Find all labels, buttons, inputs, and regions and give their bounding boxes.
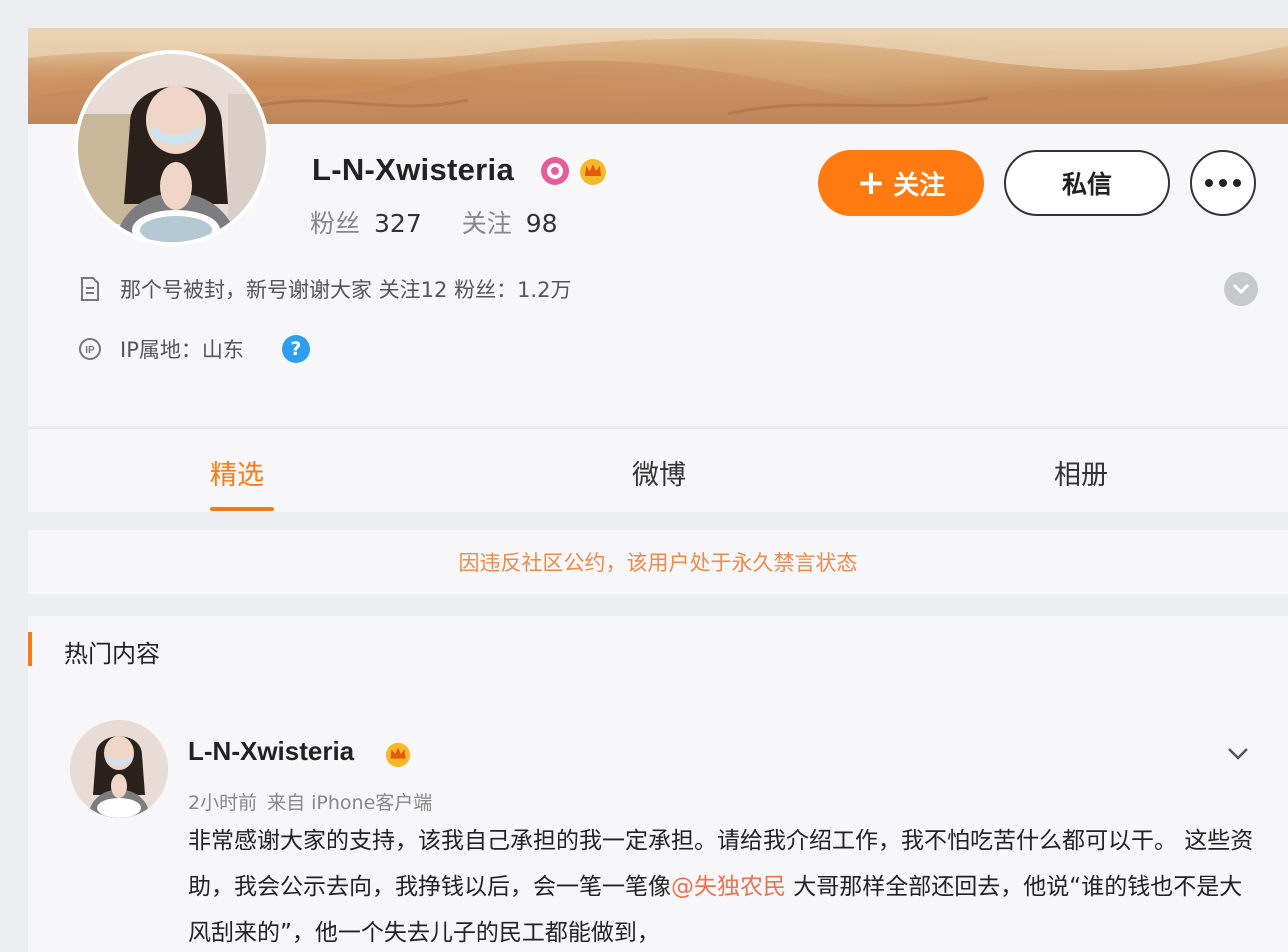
post-mention-link[interactable]: @失独农民 [671,874,786,900]
post-text: 非常感谢大家的支持，该我自己承担的我一定承担。请给我介绍工作，我不怕吃苦什么都可… [188,818,1264,952]
hot-content-section: 热门内容 L-N-Xwisteria 2小时前 来自 iPhone客户端 非常感… [28,616,1288,952]
section-title: 热门内容 [64,640,160,668]
post-avatar[interactable] [70,720,168,818]
svip-badge-icon[interactable] [540,156,570,186]
crown-badge-icon[interactable] [384,740,412,768]
ban-notice: 因违反社区公约，该用户处于永久禁言状态 [28,530,1288,594]
message-button[interactable]: 私信 [1004,150,1170,216]
svg-text:IP: IP [85,345,95,356]
following-count: 98 [525,209,558,238]
help-icon[interactable]: ? [281,335,310,363]
post-menu-chevron-icon[interactable] [1224,740,1252,768]
ban-notice-text: 因违反社区公约，该用户处于永久禁言状态 [458,551,858,575]
post-time[interactable]: 2小时前 [188,788,257,815]
crown-badge-icon[interactable] [578,156,608,186]
profile-page: L-N-Xwisteria 粉丝 327 关注 98 + 关注 私信 那个号被封… [28,28,1288,952]
avatar[interactable] [74,50,270,246]
profile-card: L-N-Xwisteria 粉丝 327 关注 98 + 关注 私信 那个号被封… [28,50,1288,426]
ip-location-row: IP IP属地：山东 ? [78,334,310,364]
plus-icon: + [856,163,886,203]
following-label: 关注 [461,209,512,238]
profile-description: 那个号被封，新号谢谢大家 关注12 粉丝：1.2万 [120,278,572,302]
fans-count: 327 [374,209,422,238]
follow-button-label: 关注 [893,170,946,201]
profile-description-row: 那个号被封，新号谢谢大家 关注12 粉丝：1.2万 [78,274,571,304]
ip-location-icon: IP [79,338,101,360]
tab-weibo[interactable]: 微博 [632,453,686,492]
tab-album[interactable]: 相册 [1054,453,1108,492]
fans-label: 粉丝 [310,209,361,238]
more-dots-icon[interactable] [1190,150,1256,216]
profile-stats: 粉丝 327 关注 98 [310,204,558,240]
follow-button[interactable]: + 关注 [818,150,984,216]
document-icon [81,277,99,301]
section-accent-bar [28,632,32,666]
fans-stat[interactable]: 粉丝 327 [310,204,422,240]
ip-location: IP属地：山东 [120,338,244,362]
tab-featured[interactable]: 精选 [210,453,264,492]
profile-username: L-N-Xwisteria [312,152,514,187]
post-username[interactable]: L-N-Xwisteria [188,736,354,767]
post-meta: 2小时前 来自 iPhone客户端 [188,788,432,815]
profile-tabs: 精选 微博 相册 [28,428,1288,512]
chevron-down-icon[interactable] [1224,272,1258,306]
following-stat[interactable]: 关注 98 [462,204,558,240]
post-source: 来自 iPhone客户端 [267,792,433,814]
tab-active-indicator [210,507,274,511]
